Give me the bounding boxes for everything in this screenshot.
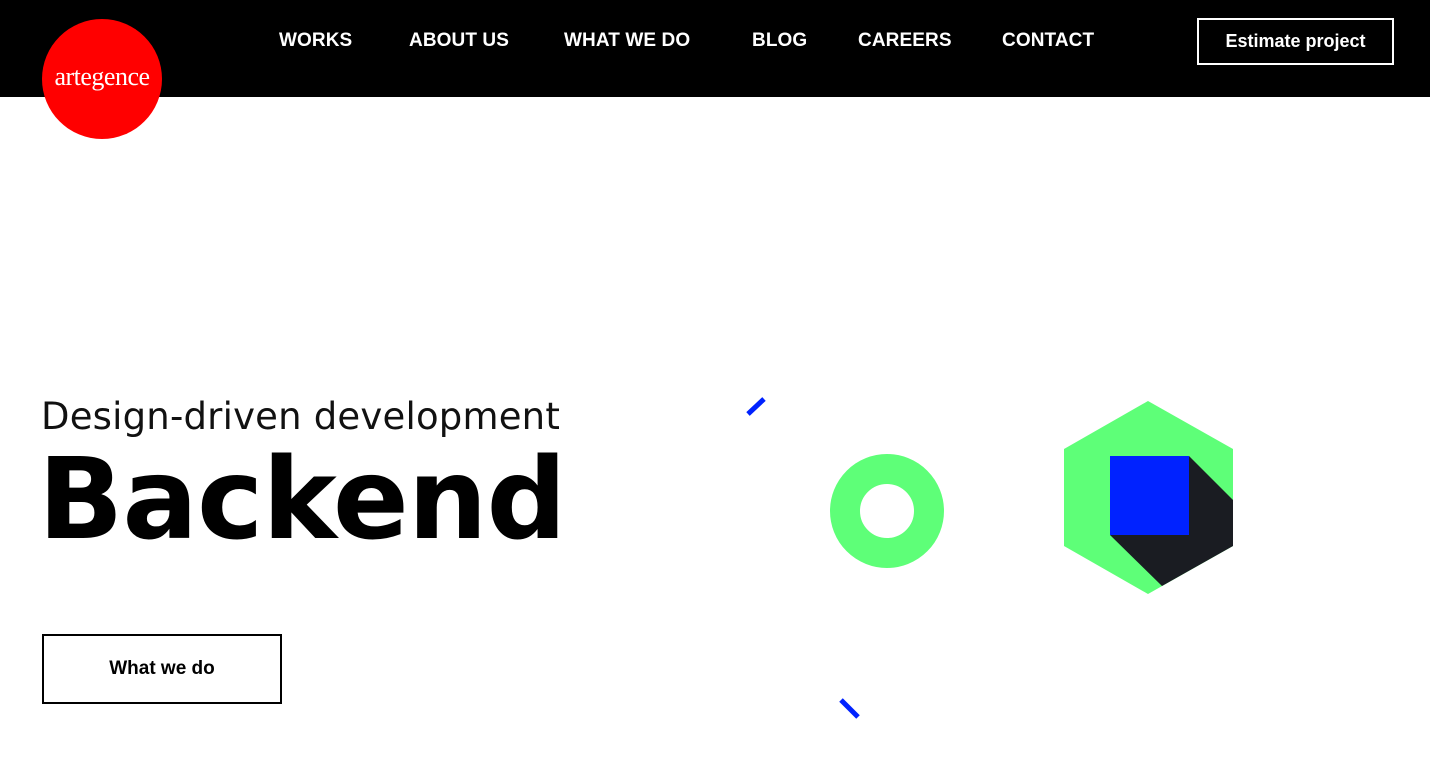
blue-dash-top bbox=[746, 397, 766, 416]
nav-item-contact[interactable]: CONTACT bbox=[1002, 29, 1094, 53]
hero-subtitle: Design-driven development bbox=[41, 395, 561, 438]
estimate-project-button[interactable]: Estimate project bbox=[1197, 18, 1394, 65]
what-we-do-button[interactable]: What we do bbox=[42, 634, 282, 704]
top-navigation-bar: WORKS ABOUT US WHAT WE DO BLOG CAREERS C… bbox=[0, 0, 1430, 97]
cube-face bbox=[1110, 456, 1189, 535]
blue-dash-icon bbox=[746, 397, 766, 416]
artegence-logo[interactable]: artegence bbox=[42, 19, 162, 139]
hero-illustration bbox=[746, 397, 1233, 719]
nav-item-works[interactable]: WORKS bbox=[279, 29, 352, 53]
blue-dash-icon bbox=[839, 698, 860, 719]
nav-item-what-we-do[interactable]: WHAT WE DO bbox=[564, 29, 690, 53]
green-ring-icon bbox=[830, 454, 944, 568]
nav-item-careers[interactable]: CAREERS bbox=[858, 29, 952, 53]
nav-item-blog[interactable]: BLOG bbox=[752, 29, 807, 53]
hexagon-cube-icon bbox=[1064, 401, 1233, 594]
page: WORKS ABOUT US WHAT WE DO BLOG CAREERS C… bbox=[0, 0, 1430, 758]
hero-title: Backend bbox=[38, 435, 567, 565]
nav-item-about-us[interactable]: ABOUT US bbox=[409, 29, 509, 53]
blue-dash-bottom bbox=[839, 698, 860, 719]
logo-wordmark: artegence bbox=[54, 62, 150, 91]
